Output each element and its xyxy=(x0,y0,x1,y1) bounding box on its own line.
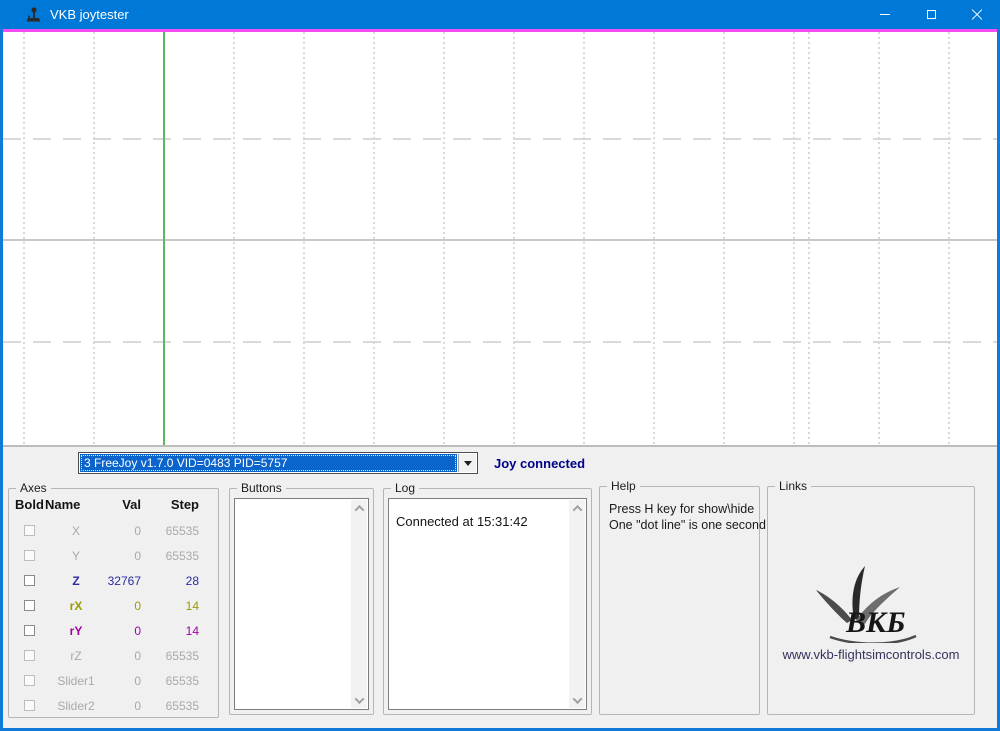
axis-step: 65535 xyxy=(141,649,199,663)
axis-name: Slider2 xyxy=(45,699,107,713)
axis-name: Y xyxy=(45,549,107,563)
axes-graph-plot xyxy=(3,32,997,445)
axis-name: Z xyxy=(45,574,107,588)
axis-name: rZ xyxy=(45,649,107,663)
window-controls xyxy=(862,0,1000,29)
axes-table-rows: X 0 65535 Y 0 65535 Z 32767 28 xyxy=(15,518,207,718)
axis-value: 0 xyxy=(107,624,141,638)
help-groupbox: Help Press H key for show\hide One "dot … xyxy=(599,486,760,715)
axis-step: 65535 xyxy=(141,674,199,688)
axis-step: 14 xyxy=(141,599,199,613)
axis-value: 0 xyxy=(107,674,141,688)
bold-checkbox[interactable] xyxy=(24,625,35,636)
axis-value: 0 xyxy=(107,649,141,663)
window-border-left xyxy=(0,29,3,731)
device-select-value[interactable]: 3 FreeJoy v1.7.0 VID=0483 PID=5757 xyxy=(80,454,457,472)
bold-checkbox[interactable] xyxy=(24,600,35,611)
bold-checkbox[interactable] xyxy=(24,700,35,711)
grid-hline-dashed xyxy=(3,341,997,343)
axis-value: 0 xyxy=(107,699,141,713)
buttons-listbox[interactable] xyxy=(234,498,369,710)
axes-groupbox: Axes Bold Name Val Step X 0 65535 Y 0 xyxy=(8,488,219,718)
axis-name: X xyxy=(45,524,107,538)
axis-row-y: Y 0 65535 xyxy=(15,543,207,568)
titlebar: VKB joytester xyxy=(0,0,1000,29)
axis-row-ry: rY 0 14 xyxy=(15,618,207,643)
app-window: VKB joytester 3 FreeJoy v1.7.0 VID=0483 … xyxy=(0,0,1000,731)
scroll-up-button[interactable] xyxy=(351,500,367,516)
axis-step: 28 xyxy=(141,574,199,588)
maximize-button[interactable] xyxy=(908,0,954,29)
log-groupbox: Log Connected at 15:31:42 xyxy=(383,488,592,715)
links-groupbox: Links ВКБ www.vkb-flightsimcontrols.com xyxy=(767,486,975,715)
axis-step: 65535 xyxy=(141,549,199,563)
bold-checkbox[interactable] xyxy=(24,675,35,686)
chevron-up-icon xyxy=(572,504,582,514)
axis-step: 65535 xyxy=(141,699,199,713)
bold-checkbox[interactable] xyxy=(24,575,35,586)
grid-hline-dashed xyxy=(3,138,997,140)
links-groupbox-title: Links xyxy=(775,479,811,494)
axes-table-header: Bold Name Val Step xyxy=(15,497,207,512)
buttons-groupbox-title: Buttons xyxy=(237,481,286,496)
logo-text: ВКБ xyxy=(845,606,905,639)
control-panel: 3 FreeJoy v1.7.0 VID=0483 PID=5757 Joy c… xyxy=(0,447,1000,728)
chevron-up-icon xyxy=(354,504,364,514)
axis-value: 32767 xyxy=(107,574,141,588)
axes-groupbox-title: Axes xyxy=(16,481,51,496)
axis-step: 65535 xyxy=(141,524,199,538)
scroll-up-button[interactable] xyxy=(569,500,585,516)
minimize-icon xyxy=(880,14,890,15)
connection-status: Joy connected xyxy=(494,456,585,471)
help-text-line1: Press H key for show\hide xyxy=(609,502,754,516)
column-header-val: Val xyxy=(107,497,141,512)
axis-row-rx: rX 0 14 xyxy=(15,593,207,618)
buttons-groupbox: Buttons xyxy=(229,488,374,715)
minimize-button[interactable] xyxy=(862,0,908,29)
column-header-name: Name xyxy=(45,497,107,512)
axis-row-slider1: Slider1 0 65535 xyxy=(15,668,207,693)
chevron-down-icon xyxy=(354,694,364,704)
axis-value: 0 xyxy=(107,549,141,563)
axis-row-z: Z 32767 28 xyxy=(15,568,207,593)
axis-name: rY xyxy=(45,624,107,638)
help-groupbox-title: Help xyxy=(607,479,640,494)
close-icon xyxy=(971,9,983,21)
axis-row-slider2: Slider2 0 65535 xyxy=(15,693,207,718)
vkb-logo: ВКБ xyxy=(796,563,946,643)
grid-hline-solid xyxy=(3,239,997,241)
device-select[interactable]: 3 FreeJoy v1.7.0 VID=0483 PID=5757 xyxy=(78,452,478,474)
joystick-icon xyxy=(25,6,42,23)
help-text-line2: One "dot line" is one second xyxy=(609,518,766,532)
device-select-dropdown-button[interactable] xyxy=(458,454,476,472)
axis-name: rX xyxy=(45,599,107,613)
time-cursor xyxy=(163,32,165,445)
bold-checkbox[interactable] xyxy=(24,550,35,561)
log-groupbox-title: Log xyxy=(391,481,419,496)
maximize-icon xyxy=(927,10,936,19)
axis-value: 0 xyxy=(107,524,141,538)
column-header-bold: Bold xyxy=(15,497,45,512)
log-entry: Connected at 15:31:42 xyxy=(396,514,528,529)
column-header-step: Step xyxy=(141,497,199,512)
scroll-down-button[interactable] xyxy=(351,692,367,708)
log-scrollbar[interactable] xyxy=(569,500,585,708)
bold-checkbox[interactable] xyxy=(24,650,35,661)
axis-name: Slider1 xyxy=(45,674,107,688)
log-listbox[interactable]: Connected at 15:31:42 xyxy=(388,498,587,710)
scroll-down-button[interactable] xyxy=(569,692,585,708)
chevron-down-icon xyxy=(572,694,582,704)
axis-row-rz: rZ 0 65535 xyxy=(15,643,207,668)
buttons-scrollbar[interactable] xyxy=(351,500,367,708)
window-title: VKB joytester xyxy=(50,0,129,29)
axis-row-x: X 0 65535 xyxy=(15,518,207,543)
bold-checkbox[interactable] xyxy=(24,525,35,536)
axis-value: 0 xyxy=(107,599,141,613)
axis-step: 14 xyxy=(141,624,199,638)
website-link[interactable]: www.vkb-flightsimcontrols.com xyxy=(768,647,974,662)
chevron-down-icon xyxy=(464,461,472,470)
close-button[interactable] xyxy=(954,0,1000,29)
